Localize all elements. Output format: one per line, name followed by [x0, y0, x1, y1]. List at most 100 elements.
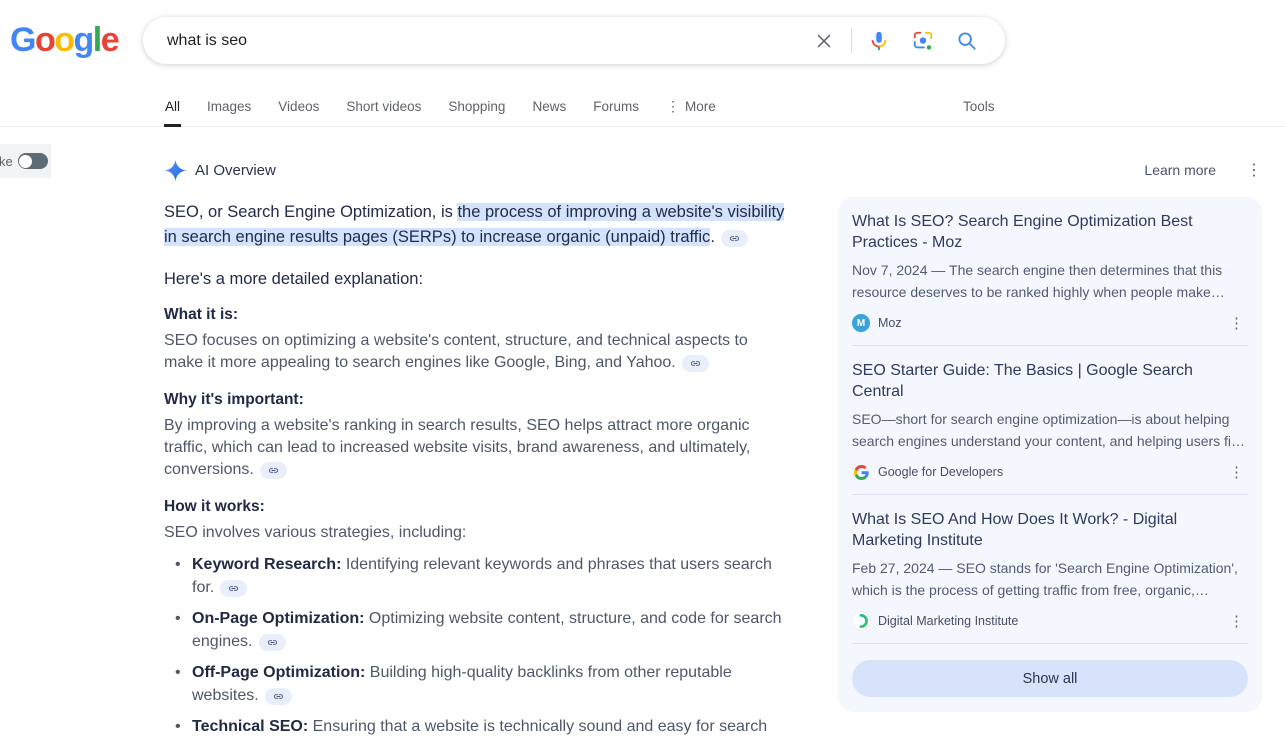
source-card-snippet: Feb 27, 2024 — SEO stands for 'Search En…: [852, 558, 1248, 601]
microphone-icon: [868, 30, 890, 52]
ai-overview-header: AI Overview Learn more ⋮: [165, 156, 1262, 184]
strategy-list: Keyword Research: Identifying relevant k…: [164, 554, 786, 739]
search-icon: [956, 30, 978, 52]
tab-label: Short videos: [346, 99, 421, 114]
bullet-text: Ensuring that a website is technically s…: [308, 718, 767, 735]
tab-shopping[interactable]: Shopping: [447, 88, 506, 127]
moz-favicon: M: [852, 314, 870, 332]
source-card-title[interactable]: What Is SEO And How Does It Work? - Digi…: [852, 510, 1248, 551]
intro-plain-text: SEO, or Search Engine Optimization, is: [164, 203, 457, 221]
strategy-list-item: Off-Page Optimization: Building high-qua…: [192, 662, 786, 707]
overview-menu-button[interactable]: ⋮: [1246, 160, 1262, 180]
search-header: Google what is seo: [0, 0, 1285, 127]
overview-subheading: Here's a more detailed explanation:: [164, 270, 786, 289]
card-menu-button[interactable]: ⋮: [1225, 314, 1248, 332]
source-card-title[interactable]: What Is SEO? Search Engine Optimization …: [852, 212, 1248, 253]
source-cards: What Is SEO? Search Engine Optimization …: [852, 197, 1248, 644]
tab-news[interactable]: News: [531, 88, 567, 127]
ai-sparkle-icon: [165, 160, 186, 181]
tab-forums[interactable]: Forums: [592, 88, 640, 127]
bullet-term: Off-Page Optimization:: [192, 664, 365, 681]
search-input[interactable]: what is seo: [167, 32, 802, 50]
source-card-snippet: Nov 7, 2024 — The search engine then det…: [852, 260, 1248, 303]
section-heading: Why it's important:: [164, 391, 786, 409]
link-icon: [228, 583, 239, 594]
extension-overlay: ke: [0, 144, 51, 178]
search-bar-actions: [802, 28, 989, 54]
tab-more[interactable]: ⋮ More: [665, 88, 717, 127]
source-name: Moz: [878, 316, 902, 330]
source-card-title[interactable]: SEO Starter Guide: The Basics | Google S…: [852, 361, 1248, 402]
link-icon: [267, 637, 278, 648]
sources-panel: What Is SEO? Search Engine Optimization …: [838, 197, 1262, 712]
show-all-button[interactable]: Show all: [852, 660, 1248, 697]
bullet-term: Keyword Research:: [192, 556, 341, 573]
source-card-source-row: Google for Developers ⋮: [852, 463, 1248, 481]
dmi-favicon: [852, 612, 870, 630]
extension-toggle[interactable]: [18, 153, 48, 169]
search-submit-button[interactable]: [954, 28, 980, 54]
google-lens-icon: [912, 30, 934, 52]
tab-videos[interactable]: Videos: [277, 88, 320, 127]
strategy-list-item: On-Page Optimization: Optimizing website…: [192, 608, 786, 653]
section-body: SEO involves various strategies, includi…: [164, 522, 786, 544]
voice-search-button[interactable]: [866, 28, 892, 54]
tab-label: All: [165, 99, 180, 114]
source-card-source-row: Digital Marketing Institute ⋮: [852, 612, 1248, 630]
lens-search-button[interactable]: [910, 28, 936, 54]
source-card-snippet: SEO—short for search engine optimization…: [852, 409, 1248, 452]
card-menu-button[interactable]: ⋮: [1225, 463, 1248, 481]
citation-chip[interactable]: [220, 580, 247, 597]
learn-more-link[interactable]: Learn more: [1144, 162, 1216, 178]
more-dots-icon: ⋮: [666, 98, 680, 115]
tab-label: More: [685, 99, 716, 114]
section-heading: How it works:: [164, 498, 786, 516]
citation-chip[interactable]: [265, 688, 292, 705]
source-name: Digital Marketing Institute: [878, 614, 1018, 628]
strategy-list-item: Technical SEO: Ensuring that a website i…: [192, 716, 786, 739]
google-logo[interactable]: Google: [10, 21, 118, 60]
tab-label: Shopping: [448, 99, 505, 114]
citation-chip[interactable]: [259, 634, 286, 651]
citation-chip[interactable]: [721, 230, 748, 247]
clear-search-button[interactable]: [811, 28, 837, 54]
link-icon: [729, 233, 740, 244]
intro-after-text: .: [710, 228, 715, 246]
tab-label: News: [532, 99, 566, 114]
result-type-tabs: All Images Videos Short videos Shopping News F…: [164, 88, 717, 127]
card-divider: [852, 643, 1248, 644]
citation-chip[interactable]: [682, 355, 709, 372]
citation-chip[interactable]: [260, 462, 287, 479]
logo-letter: o: [54, 21, 73, 59]
source-card[interactable]: What Is SEO And How Does It Work? - Digi…: [852, 495, 1248, 643]
tab-short-videos[interactable]: Short videos: [345, 88, 422, 127]
logo-letter: l: [93, 21, 101, 59]
card-menu-button[interactable]: ⋮: [1225, 612, 1248, 630]
logo-letter: o: [35, 21, 54, 59]
source-card[interactable]: SEO Starter Guide: The Basics | Google S…: [852, 346, 1248, 494]
section-heading: What it is:: [164, 306, 786, 324]
source-card[interactable]: What Is SEO? Search Engine Optimization …: [852, 197, 1248, 345]
extension-label: ke: [0, 154, 13, 169]
close-icon: [813, 30, 835, 52]
bullet-term: Technical SEO:: [192, 718, 308, 735]
search-bar[interactable]: what is seo: [143, 17, 1005, 64]
logo-letter: e: [101, 21, 118, 59]
tab-label: Images: [207, 99, 251, 114]
source-name: Google for Developers: [878, 465, 1003, 479]
search-bar-divider: [851, 28, 852, 54]
link-icon: [268, 465, 279, 476]
google-search-page: Google what is seo: [0, 0, 1285, 747]
tab-all[interactable]: All: [164, 88, 181, 127]
link-icon: [273, 691, 284, 702]
strategy-list-item: Keyword Research: Identifying relevant k…: [192, 554, 786, 599]
tools-button[interactable]: Tools: [963, 88, 995, 124]
tab-images[interactable]: Images: [206, 88, 252, 127]
section-body: SEO focuses on optimizing a website's co…: [164, 330, 786, 374]
google-favicon: [852, 463, 870, 481]
logo-letter: G: [10, 21, 35, 59]
bullet-term: On-Page Optimization:: [192, 610, 364, 627]
logo-letter: g: [74, 21, 93, 59]
overview-intro-paragraph: SEO, or Search Engine Optimization, is t…: [164, 200, 786, 249]
toggle-knob: [19, 155, 32, 168]
